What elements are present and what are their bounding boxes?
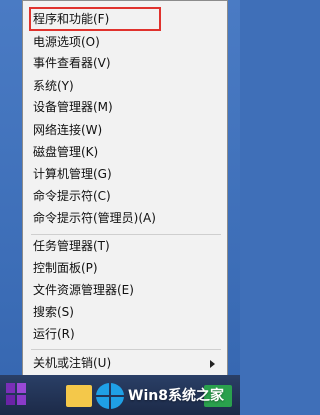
watermark-text: Win8系统之家 (128, 388, 224, 404)
menu-item-run[interactable]: 运行(R) (23, 324, 227, 344)
menu-item-device-manager[interactable]: 设备管理器(M) (23, 97, 227, 117)
start-icon[interactable] (6, 383, 26, 405)
menu-separator (31, 349, 221, 350)
menu-item-command-prompt-admin[interactable]: 命令提示符(管理员)(A) (23, 208, 227, 228)
menu-separator (31, 234, 221, 235)
menu-item-task-manager[interactable]: 任务管理器(T) (23, 236, 227, 256)
menu-item-command-prompt[interactable]: 命令提示符(C) (23, 186, 227, 206)
menu-item-network-connections[interactable]: 网络连接(W) (23, 120, 227, 140)
menu-item-shutdown-signout[interactable]: 关机或注销(U) (23, 353, 227, 373)
menu-item-file-explorer[interactable]: 文件资源管理器(E) (23, 280, 227, 300)
folder-icon[interactable] (66, 385, 92, 407)
menu-item-control-panel[interactable]: 控制面板(P) (23, 258, 227, 278)
watermark: Win8系统之家 (96, 382, 240, 410)
winx-context-menu: 程序和功能(F) 电源选项(O) 事件查看器(V) 系统(Y) 设备管理器(M)… (22, 0, 228, 415)
menu-item-event-viewer[interactable]: 事件查看器(V) (23, 53, 227, 73)
menu-item-disk-management[interactable]: 磁盘管理(K) (23, 142, 227, 162)
menu-item-power-options[interactable]: 电源选项(O) (23, 32, 227, 52)
windows-logo-icon (96, 383, 124, 409)
menu-item-computer-management[interactable]: 计算机管理(G) (23, 164, 227, 184)
menu-item-system[interactable]: 系统(Y) (23, 76, 227, 96)
shutdown-label: 关机或注销(U) (33, 356, 112, 370)
submenu-arrow-icon (210, 360, 215, 368)
menu-item-programs-features[interactable]: 程序和功能(F) (23, 9, 227, 29)
menu-item-search[interactable]: 搜索(S) (23, 302, 227, 322)
